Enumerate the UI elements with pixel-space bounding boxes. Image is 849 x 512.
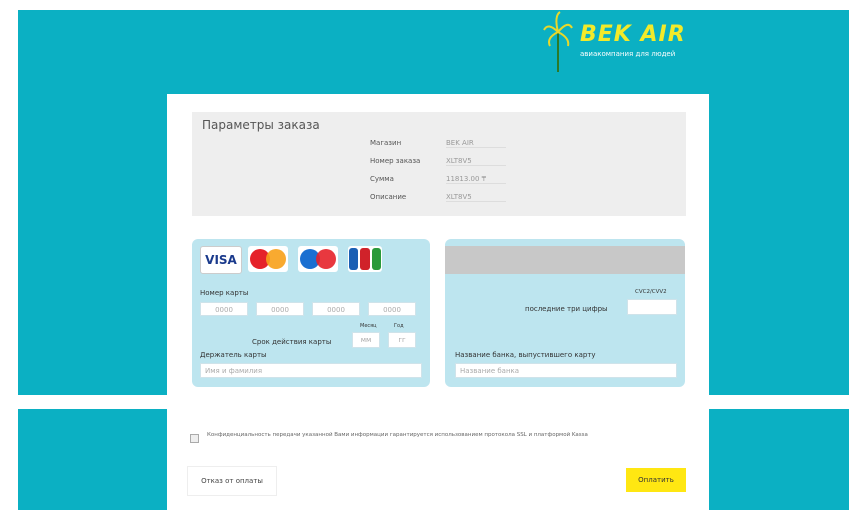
order-row-value: BEK AIR	[446, 139, 506, 148]
expiry-label: Срок действия карты	[252, 338, 332, 346]
year-label: Год	[394, 323, 404, 329]
palm-tree-icon	[543, 11, 573, 72]
logo-text: BEK AIR	[580, 22, 686, 47]
order-row-value: XLT8V5	[446, 157, 506, 166]
month-label: Месяц	[360, 323, 377, 329]
logo-slogan: авиакомпания для людей	[580, 50, 676, 58]
order-row-label: Магазин	[370, 139, 402, 147]
expiry-month-input[interactable]: мм	[352, 332, 380, 348]
order-row-label: Номер заказа	[370, 157, 421, 165]
pay-button[interactable]: Оплатить	[626, 468, 686, 492]
magnetic-stripe	[445, 246, 685, 274]
order-row-shop: Магазин BEK AIR	[370, 139, 506, 148]
card-number-input-2[interactable]: 0000	[256, 302, 304, 316]
order-row-label: Сумма	[370, 175, 394, 183]
bek-air-logo: BEK AIR авиакомпания для людей	[540, 10, 700, 74]
card-number-input-3[interactable]: 0000	[312, 302, 360, 316]
jcb-logo	[348, 246, 382, 272]
cvc-input[interactable]	[627, 299, 677, 315]
cvc-label: CVC2/CVV2	[635, 289, 667, 295]
consent-text: Конфиденциальность передачи указанной Ва…	[207, 432, 588, 438]
maestro-logo	[298, 246, 338, 272]
payment-card-panel: Параметры заказа Магазин BEK AIR Номер за…	[167, 94, 709, 512]
bank-name-input[interactable]: Название банка	[455, 363, 677, 378]
order-parameters-title: Параметры заказа	[202, 118, 320, 132]
expiry-year-input[interactable]: гг	[388, 332, 416, 348]
order-row-value: 11813.00 ₸	[446, 175, 506, 184]
cvc-hint: последние три цифры	[525, 305, 608, 313]
order-parameters: Параметры заказа Магазин BEK AIR Номер за…	[192, 112, 686, 216]
bank-name-label: Название банка, выпустившего карту	[455, 351, 596, 359]
order-row-value: XLT8V5	[446, 193, 506, 202]
card-holder-label: Держатель карты	[200, 351, 267, 359]
order-row-number: Номер заказа XLT8V5	[370, 157, 506, 166]
card-back: CVC2/CVV2 последние три цифры Название б…	[445, 239, 685, 387]
card-front: VISA Номер карты 0000 0000 0000 0000 Мес…	[192, 239, 430, 387]
mastercard-logo	[248, 246, 288, 272]
card-number-input-1[interactable]: 0000	[200, 302, 248, 316]
refuse-payment-button[interactable]: Отказ от оплаты	[187, 466, 277, 496]
card-holder-input[interactable]: Имя и фамилия	[200, 363, 422, 378]
card-number-label: Номер карты	[200, 289, 249, 297]
order-row-label: Описание	[370, 193, 407, 201]
consent-checkbox[interactable]	[190, 434, 199, 443]
order-row-amount: Сумма 11813.00 ₸	[370, 175, 506, 184]
order-row-description: Описание XLT8V5	[370, 193, 506, 202]
visa-logo: VISA	[200, 246, 242, 274]
card-number-input-4[interactable]: 0000	[368, 302, 416, 316]
